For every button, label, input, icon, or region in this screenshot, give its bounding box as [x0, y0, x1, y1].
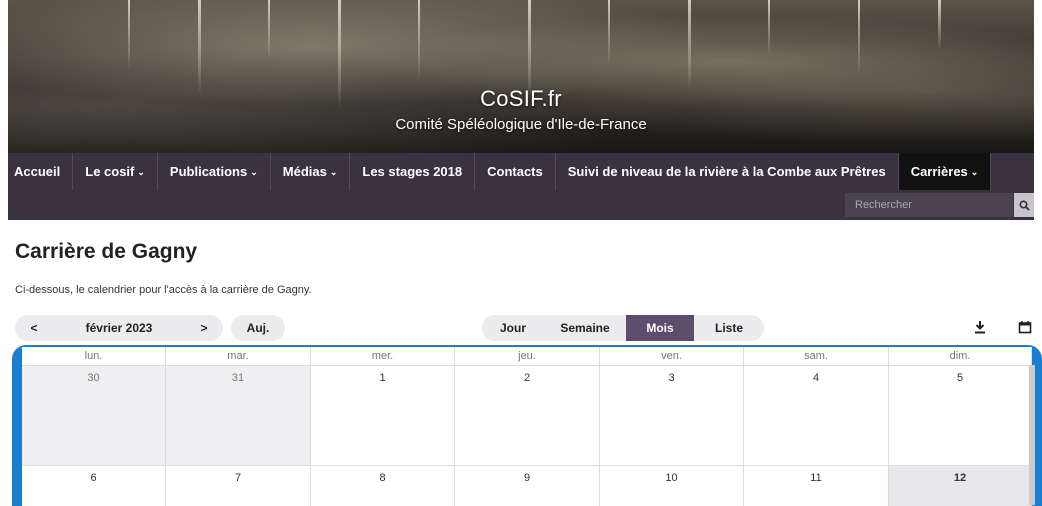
calendar-week-row: 30 31 1 2 3 4 5	[22, 365, 1032, 466]
nav-item-label: Médias	[282, 164, 327, 179]
nav-item-suivi-de-niveau-de-la-rivi-re-la-combe-aux-pr-tres[interactable]: Suivi de niveau de la rivière à la Combe…	[556, 153, 899, 190]
calendar-day-cell[interactable]: 6	[22, 466, 166, 506]
search-icon	[1018, 200, 1030, 211]
day-number: 8	[379, 472, 386, 484]
next-month-button[interactable]: >	[185, 315, 223, 341]
view-switcher: Jour Semaine Mois Liste	[482, 315, 764, 341]
day-number: 6	[90, 472, 97, 484]
view-semaine-button[interactable]: Semaine	[544, 315, 626, 341]
day-number: 4	[812, 372, 820, 384]
day-number: 9	[523, 472, 531, 484]
nav-item-le-cosif[interactable]: Le cosif ⌄	[73, 153, 158, 190]
nav-item-m-dias[interactable]: Médias ⌄	[271, 153, 351, 190]
calendar-day-cell[interactable]: 8	[311, 466, 455, 506]
month-navigator: < février 2023 >	[15, 315, 223, 341]
weekday-header-cell: jeu.	[455, 347, 600, 365]
day-number: 11	[810, 472, 822, 484]
calendar-day-cell[interactable]: 12	[889, 466, 1032, 506]
chevron-down-icon: ⌄	[970, 167, 979, 177]
weekday-header-cell: lun.	[22, 347, 166, 365]
search-input[interactable]	[845, 193, 1013, 217]
day-number: 3	[668, 372, 675, 384]
calendar-day-cell[interactable]: 11	[744, 466, 889, 506]
nav-item-carri-res[interactable]: Carrières ⌄	[898, 153, 992, 190]
calendar-day-cell[interactable]: 7	[166, 466, 311, 506]
nav-item-les-stages-2018[interactable]: Les stages 2018	[350, 153, 476, 190]
view-jour-button[interactable]: Jour	[482, 315, 544, 341]
day-number: 31	[231, 372, 245, 384]
main-nav: Accueil Le cosif ⌄ Publications ⌄ Médias ⌄ Les …	[8, 153, 1034, 190]
site-title[interactable]: CoSIF.fr	[8, 86, 1034, 112]
weekday-header-cell: dim.	[889, 347, 1032, 365]
weekday-header-cell: mer.	[311, 347, 455, 365]
site-subtitle: Comité Spéléologique d'Ile-de-France	[395, 116, 647, 133]
day-number: 1	[379, 372, 386, 384]
view-liste-button[interactable]: Liste	[694, 315, 764, 341]
calendar-day-cell[interactable]: 4	[744, 366, 889, 466]
calendar-day-cell[interactable]: 9	[455, 466, 600, 506]
page-intro: Ci-dessous, le calendrier pour l'accès à…	[15, 284, 312, 296]
calendar-scrollbar[interactable]	[1029, 365, 1035, 505]
today-button[interactable]: Auj.	[231, 315, 285, 341]
calendar-week-row: 6 7 8 9 10 11 12	[22, 465, 1032, 506]
header-banner: CoSIF.fr Comité Spéléologique d'Ile-de-F…	[8, 0, 1034, 153]
nav-item-accueil[interactable]: Accueil	[8, 153, 74, 190]
chevron-down-icon: ⌄	[250, 167, 258, 177]
calendar-day-cell[interactable]: 30	[22, 366, 166, 466]
calendar-day-cell[interactable]: 3	[600, 366, 744, 466]
calendar-day-cell[interactable]: 5	[889, 366, 1032, 466]
day-number: 12	[953, 472, 967, 484]
day-number: 2	[523, 372, 531, 384]
calendar-day-cell[interactable]: 31	[166, 366, 311, 466]
weekday-header-cell: sam.	[744, 347, 889, 365]
nav-item-label: Le cosif	[85, 164, 135, 179]
view-mois-button[interactable]: Mois	[626, 315, 694, 341]
weekday-header: lun. mar. mer. jeu. ven. sam. dim.	[22, 347, 1032, 365]
search-bar	[8, 190, 1034, 220]
nav-item-label: Carrières	[910, 164, 968, 179]
weekday-header-cell: ven.	[600, 347, 744, 365]
day-number: 30	[87, 372, 100, 384]
nav-item-label: Contacts	[487, 164, 543, 179]
page-title: Carrière de Gagny	[15, 240, 198, 263]
chevron-down-icon: ⌄	[137, 167, 145, 177]
download-button[interactable]	[970, 316, 990, 338]
day-number: 10	[665, 472, 678, 484]
search-button[interactable]	[1014, 193, 1034, 217]
calendar-button[interactable]	[1015, 316, 1035, 338]
day-number: 5	[956, 372, 964, 384]
prev-month-button[interactable]: <	[15, 315, 53, 341]
nav-item-contacts[interactable]: Contacts	[475, 153, 556, 190]
nav-item-publications[interactable]: Publications ⌄	[158, 153, 271, 190]
calendar-icon	[1018, 321, 1032, 334]
nav-item-label: Accueil	[14, 164, 61, 179]
download-icon	[975, 321, 985, 334]
nav-item-label: Publications	[169, 164, 248, 179]
calendar-day-cell[interactable]: 1	[311, 366, 455, 466]
calendar-grid: lun. mar. mer. jeu. ven. sam. dim. 30 31 1 2 3 4 5 6 7…	[22, 347, 1032, 506]
weekday-header-cell: mar.	[166, 347, 311, 365]
nav-item-label: Les stages 2018	[362, 164, 463, 179]
calendar: lun. mar. mer. jeu. ven. sam. dim. 30 31 1 2 3 4 5 6 7…	[12, 345, 1042, 506]
day-number: 7	[234, 472, 242, 484]
chevron-down-icon: ⌄	[329, 167, 338, 177]
current-month-label: février 2023	[85, 321, 153, 335]
nav-item-label: Suivi de niveau de la rivière à la Combe…	[567, 164, 886, 179]
calendar-day-cell[interactable]: 10	[600, 466, 744, 506]
calendar-day-cell[interactable]: 2	[455, 366, 600, 466]
